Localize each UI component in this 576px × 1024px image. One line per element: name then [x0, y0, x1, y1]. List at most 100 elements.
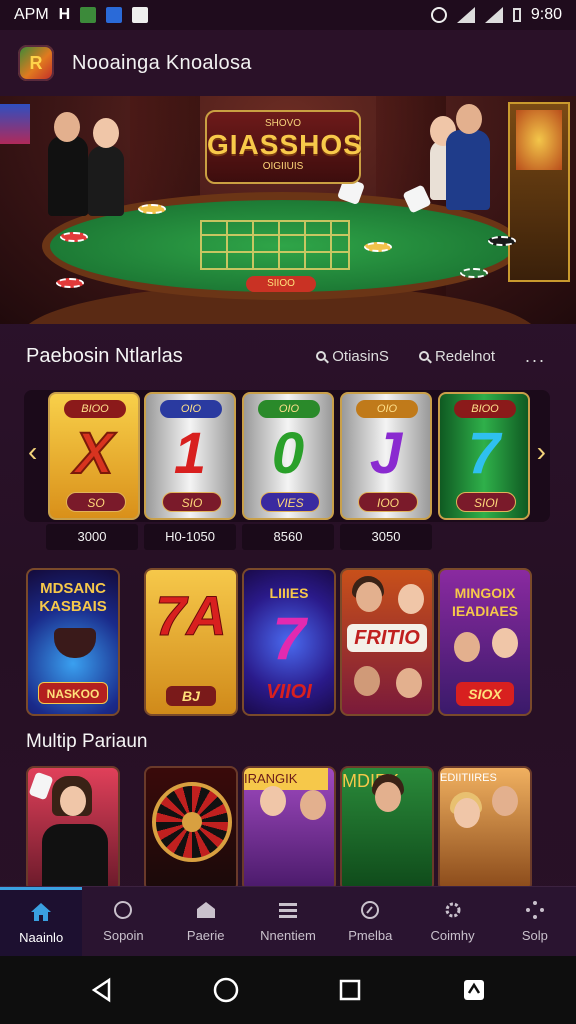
filter-link-2[interactable]: Redelnot — [418, 348, 495, 365]
reel-value: H0-1050 — [144, 524, 236, 550]
nav-item-sports[interactable]: Sopoin — [82, 887, 164, 956]
game-tile[interactable] — [26, 766, 120, 892]
list-icon — [278, 903, 297, 918]
character-face — [260, 786, 286, 816]
app-logo[interactable]: R — [18, 45, 54, 81]
character-face — [398, 584, 424, 614]
app-switch-icon[interactable] — [461, 977, 487, 1003]
game-tile[interactable]: FRITIO — [340, 568, 434, 716]
chip — [56, 278, 84, 288]
recents-icon[interactable] — [337, 977, 363, 1003]
app-logo-letter: R — [29, 52, 43, 73]
character-face — [375, 782, 401, 812]
nav-item-label: Sopoin — [103, 928, 144, 943]
status-bar: APM H 9:80 — [0, 0, 576, 30]
chip — [60, 232, 88, 242]
filter-link-1-label: OtiasinS — [332, 347, 389, 365]
character-face — [492, 786, 518, 816]
game-tile[interactable]: MINGOIX IEADIAES SIOX — [438, 568, 532, 716]
dealer-man-face — [54, 112, 80, 142]
game-tile[interactable]: 7A BJ — [144, 568, 238, 716]
chip — [364, 242, 392, 252]
system-nav-bar — [0, 956, 576, 1024]
wifi-icon — [456, 7, 475, 23]
nav-item-promo[interactable]: Pmelba — [329, 887, 411, 956]
hero-banner[interactable]: SIIOO SHOVO GIASSHOS OIGIIUIS — [0, 96, 576, 324]
reel-symbol: J — [369, 421, 403, 486]
nav-item-menu[interactable]: Nnentiem — [247, 887, 329, 956]
table-label: SIIOO — [246, 276, 316, 292]
game-tile-badge: VIIOI — [266, 681, 312, 703]
nav-item-label: Solp — [521, 928, 548, 943]
shield-icon — [114, 901, 133, 919]
card-icon — [28, 771, 54, 801]
home-circle-icon[interactable] — [213, 977, 239, 1003]
reel-value: 3000 — [46, 524, 138, 550]
section-header-popular: Paebosin Ntlarlas OtiasinS Redelnot ... — [0, 336, 576, 376]
reel-card[interactable]: OIO 1 SIO — [144, 392, 236, 520]
signal-icon — [484, 7, 503, 23]
reel-top-badge: BIOO — [64, 400, 126, 418]
roulette-center — [182, 812, 202, 832]
nav-item-home[interactable]: Naainlo — [0, 887, 83, 956]
game-tile[interactable] — [144, 766, 238, 892]
more-options-icon[interactable]: ... — [525, 346, 546, 367]
reel-value: 3050 — [340, 524, 432, 550]
alarm-icon — [430, 7, 447, 23]
game-tile[interactable]: LIIIES 7 VIIOI — [242, 568, 336, 716]
section-title: Paebosin Ntlarlas — [26, 344, 183, 367]
roulette-grid — [200, 220, 350, 270]
slot-reels: ‹ › BIOO X SO OIO 1 SIO OIO 0 VIES OIO J… — [24, 390, 550, 522]
nav-item-community[interactable]: Coimhy — [411, 887, 493, 956]
dots-icon — [525, 901, 544, 919]
chevron-left-icon[interactable]: ‹ — [28, 436, 37, 468]
chip — [138, 204, 166, 214]
reel-symbol: 0 — [271, 421, 305, 486]
chevron-right-icon[interactable]: › — [537, 436, 546, 468]
character-face — [356, 582, 382, 612]
back-icon[interactable] — [89, 977, 115, 1003]
game-tile[interactable]: MDIEK — [340, 766, 434, 892]
character-face — [454, 632, 480, 662]
app-root: APM H 9:80 R Nooainga Knoalosa SIIOO SHO… — [0, 0, 576, 1024]
slot-machine — [508, 102, 570, 282]
home-icon — [31, 902, 52, 921]
house-icon — [196, 902, 215, 918]
nav-item-support[interactable]: Solp — [494, 887, 576, 956]
logo-main-text: GIASSHOS — [207, 129, 363, 160]
nav-item-live[interactable]: Paerie — [165, 887, 247, 956]
game-tile[interactable]: IRANGIK — [242, 766, 336, 892]
filter-link-1[interactable]: OtiasinS — [316, 348, 389, 365]
reel-symbol: 1 — [173, 421, 207, 486]
reel-symbol: 7 — [467, 421, 501, 486]
game-tile-badge: IRANGIK — [244, 768, 328, 790]
reel-top-badge: OIO — [160, 400, 222, 418]
game-tile-badge: SIOX — [456, 682, 514, 706]
logo-top-text: SHOVO — [264, 118, 302, 129]
game-tile-badge: EDIITIIRES — [440, 772, 497, 784]
message-notification-icon — [106, 7, 123, 23]
game-tile-badge: NASKOO — [38, 682, 108, 704]
game-tile-title: LIIIES — [269, 585, 309, 601]
reel-card[interactable]: OIO J IOO — [340, 392, 432, 520]
magic-hat-icon — [54, 628, 96, 658]
app-notification-icon — [80, 7, 97, 23]
game-tile[interactable]: MDSANC KASBAIS NASKOO — [26, 568, 120, 716]
reel-value: 8560 — [242, 524, 334, 550]
reel-card[interactable]: OIO 0 VIES — [242, 392, 334, 520]
dealer-woman — [88, 146, 124, 216]
reel-card[interactable]: BIOO X SO — [48, 392, 140, 520]
reel-bottom-badge: SO — [66, 492, 126, 512]
character-face — [492, 628, 518, 658]
reel-card[interactable]: BIOO 7 SIOI — [438, 392, 530, 520]
character-face — [396, 668, 422, 698]
game-tile-big: 7 — [272, 605, 306, 672]
app-bar: R Nooainga Knoalosa — [0, 30, 576, 96]
player-man — [446, 130, 490, 210]
clock: 9:80 — [530, 6, 562, 23]
game-tile[interactable]: EDIITIIRES — [438, 766, 532, 892]
reel-symbol: X — [74, 421, 115, 487]
dealer-woman-face — [93, 118, 119, 148]
nav-item-label: Nnentiem — [260, 928, 316, 943]
compass-icon — [361, 901, 380, 919]
